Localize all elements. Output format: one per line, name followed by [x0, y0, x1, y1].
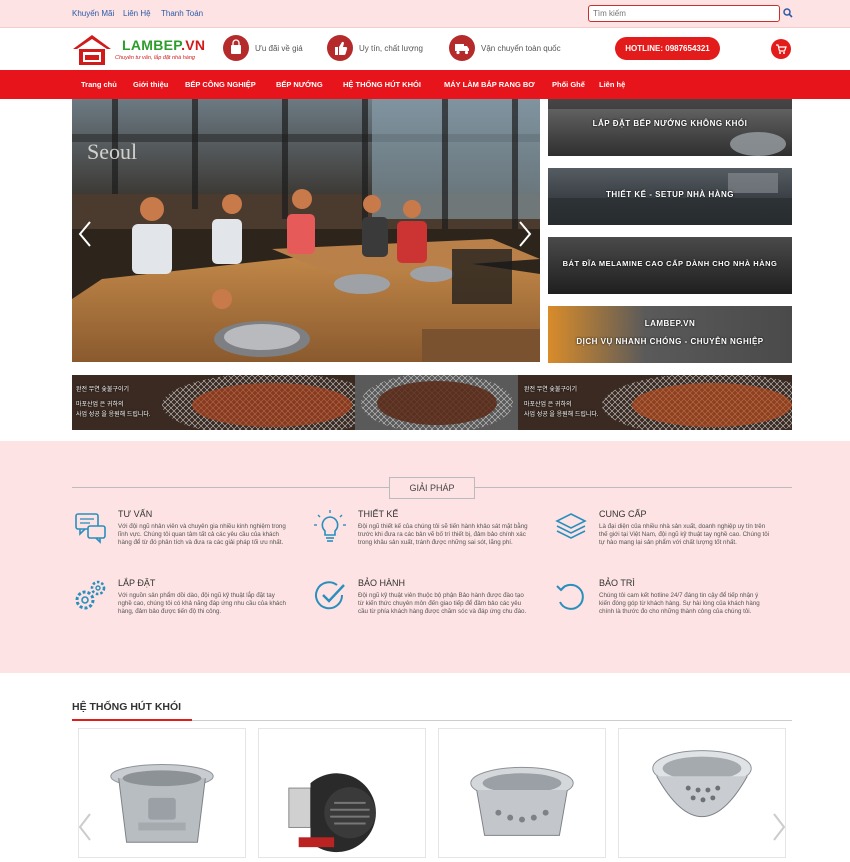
products-prev-icon[interactable]: [78, 812, 92, 842]
feature-shipping-label: Vận chuyển toàn quốc: [481, 44, 561, 53]
promo-text-3: 사업 성공 을 응원해 드립니다.: [76, 412, 151, 418]
refresh-icon: [556, 583, 584, 610]
product-card[interactable]: [258, 728, 426, 858]
service-lap-dat-desc: Với nguồn sản phẩm dồi dào, đội ngũ kỹ t…: [118, 592, 286, 615]
svg-text:Seoul: Seoul: [87, 139, 137, 164]
product-image: [470, 766, 574, 836]
feature-price-label: Ưu đãi về giá: [255, 44, 303, 53]
nav-he-thong-hut-khoi[interactable]: HỆ THỐNG HÚT KHÓI: [343, 80, 421, 89]
service-thiet-ke-desc: Đội ngũ thiết kế của chúng tôi sẽ tiến h…: [358, 523, 528, 546]
layers-icon: [555, 513, 587, 539]
side-banner-setup-caption: THIẾT KẾ - SETUP NHÀ HÀNG: [606, 190, 734, 199]
top-bar: Khuyến Mãi Liên Hệ Thanh Toán: [0, 0, 850, 28]
side-banner-setup[interactable]: THIẾT KẾ - SETUP NHÀ HÀNG: [548, 168, 792, 225]
slider-prev-icon[interactable]: [78, 220, 92, 248]
service-thiet-ke-title: THIẾT KẾ: [358, 509, 399, 519]
service-bao-hanh-desc: Đội ngũ kỹ thuật viên thuộc bộ phận Bảo …: [358, 592, 527, 615]
nav-may-lam-bap[interactable]: MÁY LÀM BẮP RANG BƠ: [444, 80, 535, 89]
logo-house-icon[interactable]: [72, 34, 112, 66]
product-image: [288, 773, 376, 853]
service-tu-van-title: TƯ VẤN: [118, 509, 153, 519]
bbq-photo: [72, 375, 792, 430]
chat-bubbles-icon: [75, 513, 106, 544]
cart-icon: [776, 44, 787, 54]
service-bao-hanh-title: BẢO HÀNH: [358, 578, 406, 588]
cart-button[interactable]: [771, 39, 791, 59]
product-image: [110, 763, 214, 843]
check-circle-icon: [315, 581, 345, 610]
link-thanh-toan[interactable]: Thanh Toán: [161, 9, 203, 18]
link-lien-he[interactable]: Liên Hệ: [123, 9, 151, 18]
product-card[interactable]: [78, 728, 246, 858]
restaurant-photo: Seoul: [72, 99, 540, 362]
lightbulb-icon: [314, 510, 346, 542]
logo-text[interactable]: LAMBEP.VN: [122, 37, 205, 53]
slider-next-icon[interactable]: [518, 220, 532, 248]
hotline-button[interactable]: HOTLINE: 0987654321: [615, 37, 720, 60]
search-icon[interactable]: [783, 8, 793, 18]
delivery-truck-icon: [449, 35, 475, 61]
side-banner-service[interactable]: LAMBEP.VN DỊCH VỤ NHANH CHÓNG - CHUYÊN N…: [548, 306, 792, 363]
main-nav: Trang chủ Giới thiệu BẾP CÔNG NGHIỆP BẾP…: [0, 70, 850, 99]
side-banner-grill[interactable]: LẮP ĐẶT BẾP NƯỚNG KHÔNG KHÓI: [548, 99, 792, 156]
nav-phoi-ghe[interactable]: Phối Ghế: [552, 80, 585, 89]
feature-quality-label: Uy tín, chất lượng: [359, 44, 423, 53]
nav-gioi-thieu[interactable]: Giới thiệu: [133, 80, 168, 89]
thumbs-up-icon: [327, 35, 353, 61]
promo-text-6: 사업 성공 을 응원해 드립니다.: [524, 412, 599, 418]
nav-trang-chu[interactable]: Trang chủ: [81, 80, 117, 89]
service-bao-tri-title: BẢO TRÌ: [599, 578, 635, 588]
side-banner-service-brand: LAMBEP.VN: [644, 319, 696, 328]
service-cung-cap-desc: Là đại diện của nhiều nhà sản xuất, doan…: [599, 523, 770, 546]
side-banner-melamine[interactable]: BÁT ĐĨA MELAMINE CAO CẤP DÀNH CHO NHÀ HÀ…: [548, 237, 792, 294]
side-banner-melamine-caption: BÁT ĐĨA MELAMINE CAO CẤP DÀNH CHO NHÀ HÀ…: [562, 259, 778, 268]
promo-text-2: 마포산업 은 귀하의: [76, 402, 124, 408]
promo-banner[interactable]: 완전 무연 숯불구이기 마포산업 은 귀하의 사업 성공 을 응원해 드립니다.…: [72, 375, 792, 430]
promo-text-5: 마포산업 은 귀하의: [524, 402, 572, 408]
side-banner-service-caption: DỊCH VỤ NHANH CHÓNG - CHUYÊN NGHIỆP: [576, 337, 764, 346]
side-banner-grill-caption: LẮP ĐẶT BẾP NƯỚNG KHÔNG KHÓI: [592, 119, 748, 128]
product-image: [652, 750, 752, 817]
product-card[interactable]: [618, 728, 786, 858]
promo-text-1: 완전 무연 숯불구이기: [76, 387, 130, 393]
nav-bep-nuong[interactable]: BẾP NƯỚNG: [276, 80, 323, 89]
link-khuyen-mai[interactable]: Khuyến Mãi: [72, 9, 114, 18]
products-next-icon[interactable]: [772, 812, 786, 842]
service-tu-van-desc: Với đội ngũ nhân viên và chuyên gia nhiề…: [118, 523, 286, 546]
logo-slogan: Chuyên tư vấn, lắp đặt nhà hàng: [115, 55, 195, 61]
solutions-section: [0, 441, 850, 673]
products-section-accent: [72, 719, 192, 721]
gears-icon: [75, 580, 106, 610]
product-card[interactable]: [438, 728, 606, 858]
products-section-title: HỆ THỐNG HÚT KHÓI: [72, 701, 182, 713]
solutions-title: GIẢI PHÁP: [389, 477, 475, 499]
nav-bep-cong-nghiep[interactable]: BẾP CÔNG NGHIỆP: [185, 80, 256, 89]
promo-text-4: 완전 무연 숯불구이기: [524, 387, 578, 393]
search-input[interactable]: [588, 5, 780, 22]
nav-lien-he[interactable]: Liên hệ: [599, 80, 625, 89]
service-lap-dat-title: LẮP ĐẶT: [118, 578, 156, 588]
service-cung-cap-title: CUNG CẤP: [599, 509, 647, 519]
service-bao-tri-desc: Chúng tôi cam kết hotline 24/7 đáng tin …: [599, 592, 760, 615]
discount-bag-icon: [223, 35, 249, 61]
hero-slider[interactable]: Seoul: [72, 99, 540, 362]
